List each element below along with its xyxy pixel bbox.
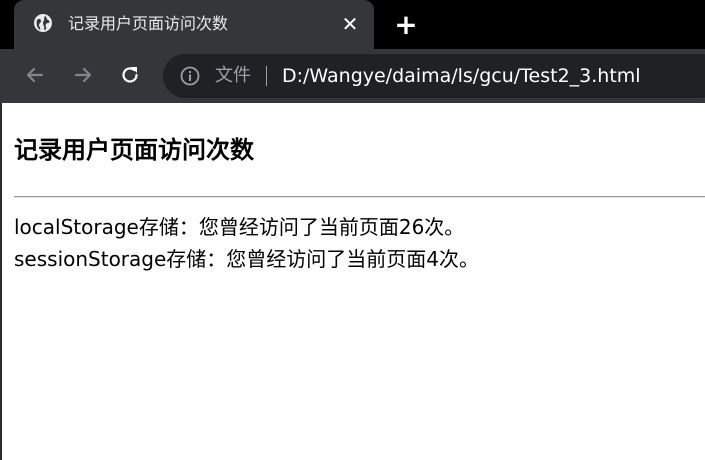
page-heading: 记录用户页面访问次数 bbox=[14, 136, 254, 164]
back-button[interactable] bbox=[19, 59, 51, 91]
active-tab[interactable]: 记录用户页面访问次数 ✕ bbox=[14, 0, 374, 49]
window-edge bbox=[0, 103, 2, 460]
reload-button[interactable] bbox=[114, 59, 146, 91]
session-storage-count-text: sessionStorage存储：您曾经访问了当前页面4次。 bbox=[14, 247, 480, 271]
local-storage-count-text: localStorage存储：您曾经访问了当前页面26次。 bbox=[14, 215, 465, 239]
globe-icon bbox=[33, 13, 53, 33]
omnibox-divider bbox=[266, 66, 267, 86]
tab-title: 记录用户页面访问次数 bbox=[68, 14, 229, 33]
new-tab-button[interactable]: + bbox=[390, 8, 422, 41]
browser-toolbar: 文件 D:/Wangye/daima/ls/gcu/Test2_3.html bbox=[0, 49, 705, 103]
info-icon[interactable] bbox=[179, 65, 201, 87]
arrow-left-icon bbox=[26, 67, 44, 83]
url-text[interactable]: D:/Wangye/daima/ls/gcu/Test2_3.html bbox=[282, 63, 641, 89]
close-tab-icon[interactable]: ✕ bbox=[337, 11, 363, 37]
address-bar[interactable]: 文件 D:/Wangye/daima/ls/gcu/Test2_3.html bbox=[163, 54, 705, 98]
horizontal-rule bbox=[14, 196, 705, 198]
forward-button[interactable] bbox=[67, 59, 99, 91]
arrow-right-icon bbox=[74, 67, 92, 83]
tab-strip: 记录用户页面访问次数 ✕ + bbox=[0, 0, 705, 49]
scheme-label: 文件 bbox=[215, 65, 251, 86]
reload-icon bbox=[122, 67, 138, 83]
